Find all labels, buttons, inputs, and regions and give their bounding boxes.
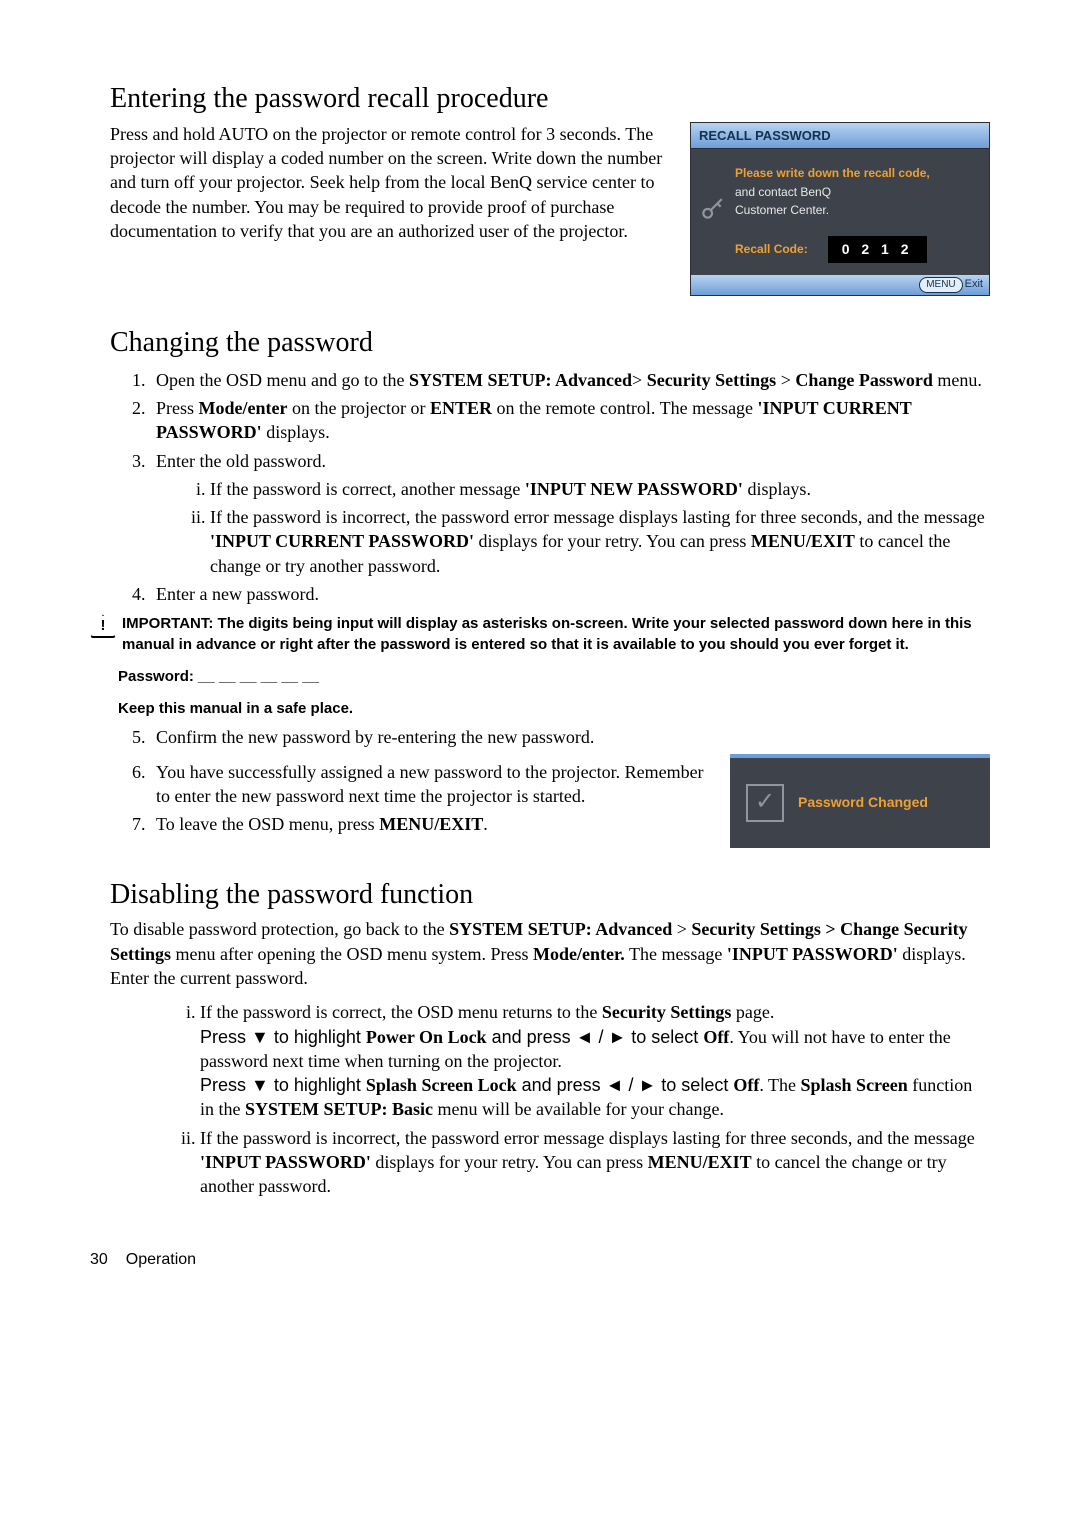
recall-password-panel: RECALL PASSWORD Please write down the re… xyxy=(690,122,990,296)
section-disabling-password: Disabling the password function To disab… xyxy=(90,876,990,1199)
panel-footer: MENUExit xyxy=(691,275,989,295)
page-footer: 30 Operation xyxy=(90,1249,990,1271)
important-text: IMPORTANT: The digits being input will d… xyxy=(122,614,990,655)
step-3ii: If the password is incorrect, the passwo… xyxy=(210,505,990,578)
heading-changing: Changing the password xyxy=(110,324,990,362)
password-changed-panel: ✓ Password Changed xyxy=(730,754,990,848)
heading-recall: Entering the password recall procedure xyxy=(110,80,990,118)
panel-msg-line1: Please write down the recall code, xyxy=(735,165,971,181)
section-recall-procedure: Entering the password recall procedure P… xyxy=(90,80,990,296)
step-6: You have successfully assigned a new pas… xyxy=(150,760,710,809)
step-3: Enter the old password. If the password … xyxy=(150,449,990,578)
important-note: ! IMPORTANT: The digits being input will… xyxy=(90,614,990,655)
step-4: Enter a new password. xyxy=(150,582,990,606)
disable-intro: To disable password protection, go back … xyxy=(110,917,990,990)
password-changed-label: Password Changed xyxy=(798,793,928,812)
footer-section-name: Operation xyxy=(126,1251,196,1268)
keep-safe-line: Keep this manual in a safe place. xyxy=(118,699,990,719)
warning-icon: ! xyxy=(90,614,116,638)
check-icon: ✓ xyxy=(746,784,784,822)
recall-code-label: Recall Code: xyxy=(735,241,808,257)
section-changing-password: Changing the password Open the OSD menu … xyxy=(90,324,990,848)
page-number: 30 xyxy=(90,1251,108,1268)
heading-disabling: Disabling the password function xyxy=(110,876,990,914)
disable-i: If the password is correct, the OSD menu… xyxy=(200,1000,990,1121)
panel-title: RECALL PASSWORD xyxy=(691,123,989,150)
panel-msg-line2: and contact BenQ xyxy=(735,184,971,200)
step-1: Open the OSD menu and go to the SYSTEM S… xyxy=(150,368,990,392)
menu-pill: MENU xyxy=(919,277,962,293)
recall-intro-text: Press and hold AUTO on the projector or … xyxy=(110,122,670,243)
step-3i: If the password is correct, another mess… xyxy=(210,477,990,501)
step-5: Confirm the new password by re-entering … xyxy=(150,725,990,749)
panel-msg-line3: Customer Center. xyxy=(735,202,971,218)
step-2: Press Mode/enter on the projector or ENT… xyxy=(150,396,990,445)
exit-label: Exit xyxy=(965,278,983,290)
password-blank-line: Password: __ __ __ __ __ __ xyxy=(118,667,990,687)
recall-code-value: 0 2 1 2 xyxy=(828,236,927,263)
step-7: To leave the OSD menu, press MENU/EXIT. xyxy=(150,812,710,836)
disable-ii: If the password is incorrect, the passwo… xyxy=(200,1126,990,1199)
key-icon xyxy=(697,195,727,225)
